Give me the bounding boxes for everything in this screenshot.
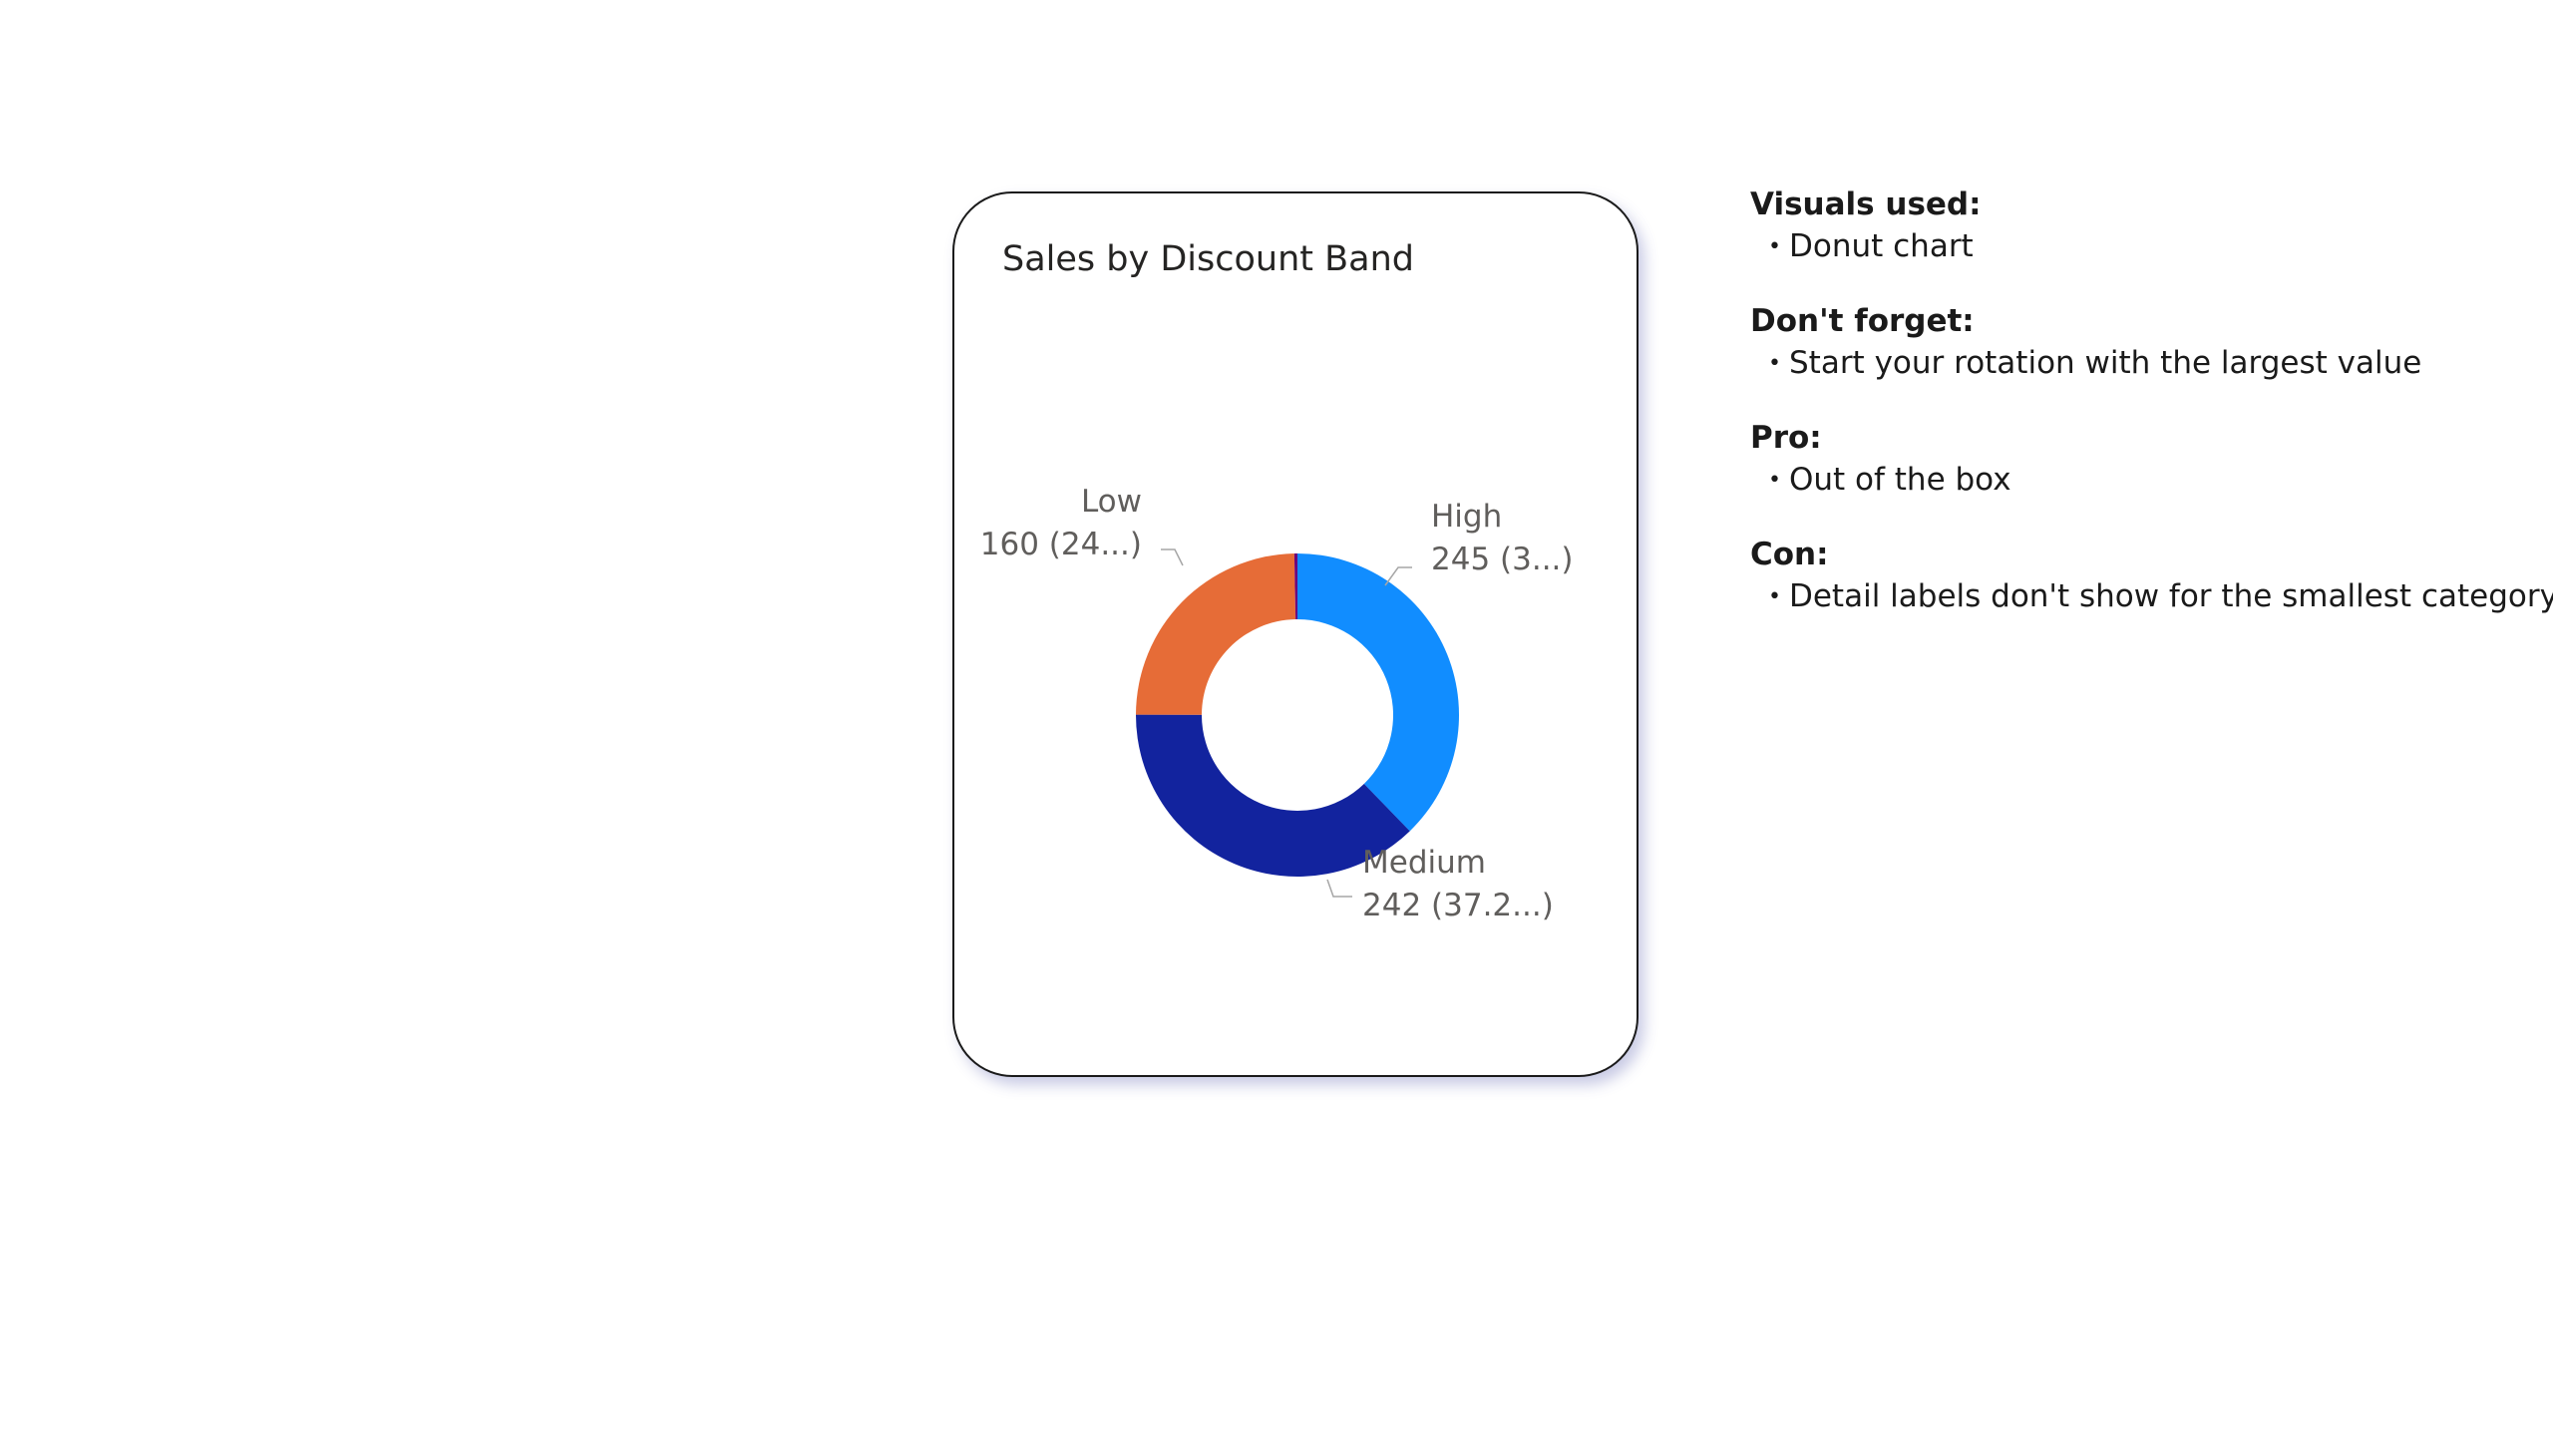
slice-label-name-low: Low: [1081, 484, 1142, 520]
notes-panel: Visuals used: • Donut chart Don't forget:…: [1750, 183, 2553, 650]
dont-forget-item: • Start your rotation with the largest va…: [1768, 345, 2422, 381]
visuals-used-item: • Donut chart: [1768, 228, 1974, 264]
dont-forget-section: Don't forget: • Start your rotation with …: [1750, 300, 2538, 385]
leader-line-low: [1161, 548, 1184, 566]
donut-slice-low[interactable]: [1136, 553, 1296, 715]
con-heading: Con:: [1750, 537, 1829, 572]
con-section: Con: • Detail labels don't show for the s…: [1750, 534, 2553, 618]
slice-label-name-medium: Medium: [1362, 845, 1486, 881]
visuals-used-heading: Visuals used:: [1750, 186, 1982, 222]
slice-label-value-low: 160 (24...): [980, 527, 1142, 562]
bullet-icon: •: [1768, 584, 1781, 609]
slice-label-value-high: 245 (3...): [1431, 542, 1574, 577]
dont-forget-heading: Don't forget:: [1750, 303, 1975, 339]
slice-label-value-medium: 242 (37.2...): [1362, 888, 1554, 923]
slice-label-name-high: High: [1431, 499, 1502, 535]
bullet-icon: •: [1768, 351, 1781, 376]
donut-chart[interactable]: High 245 (3...) Medium 242 (37.2...) Low 160 …: [954, 193, 1641, 1079]
bullet-icon: •: [1768, 468, 1781, 493]
leader-line-medium: [1326, 879, 1352, 898]
donut-chart-card[interactable]: Sales by Discount Band High 245 (3...) Med…: [952, 191, 1639, 1077]
con-item: • Detail labels don't show for the smalle…: [1768, 578, 2553, 614]
pro-item: • Out of the box: [1768, 462, 2011, 498]
bullet-icon: •: [1768, 234, 1781, 259]
pro-section: Pro: • Out of the box: [1750, 417, 2538, 502]
donut-slice-high[interactable]: [1297, 553, 1459, 832]
pro-heading: Pro:: [1750, 420, 1822, 456]
visuals-used-section: Visuals used: • Donut chart: [1750, 183, 2538, 268]
